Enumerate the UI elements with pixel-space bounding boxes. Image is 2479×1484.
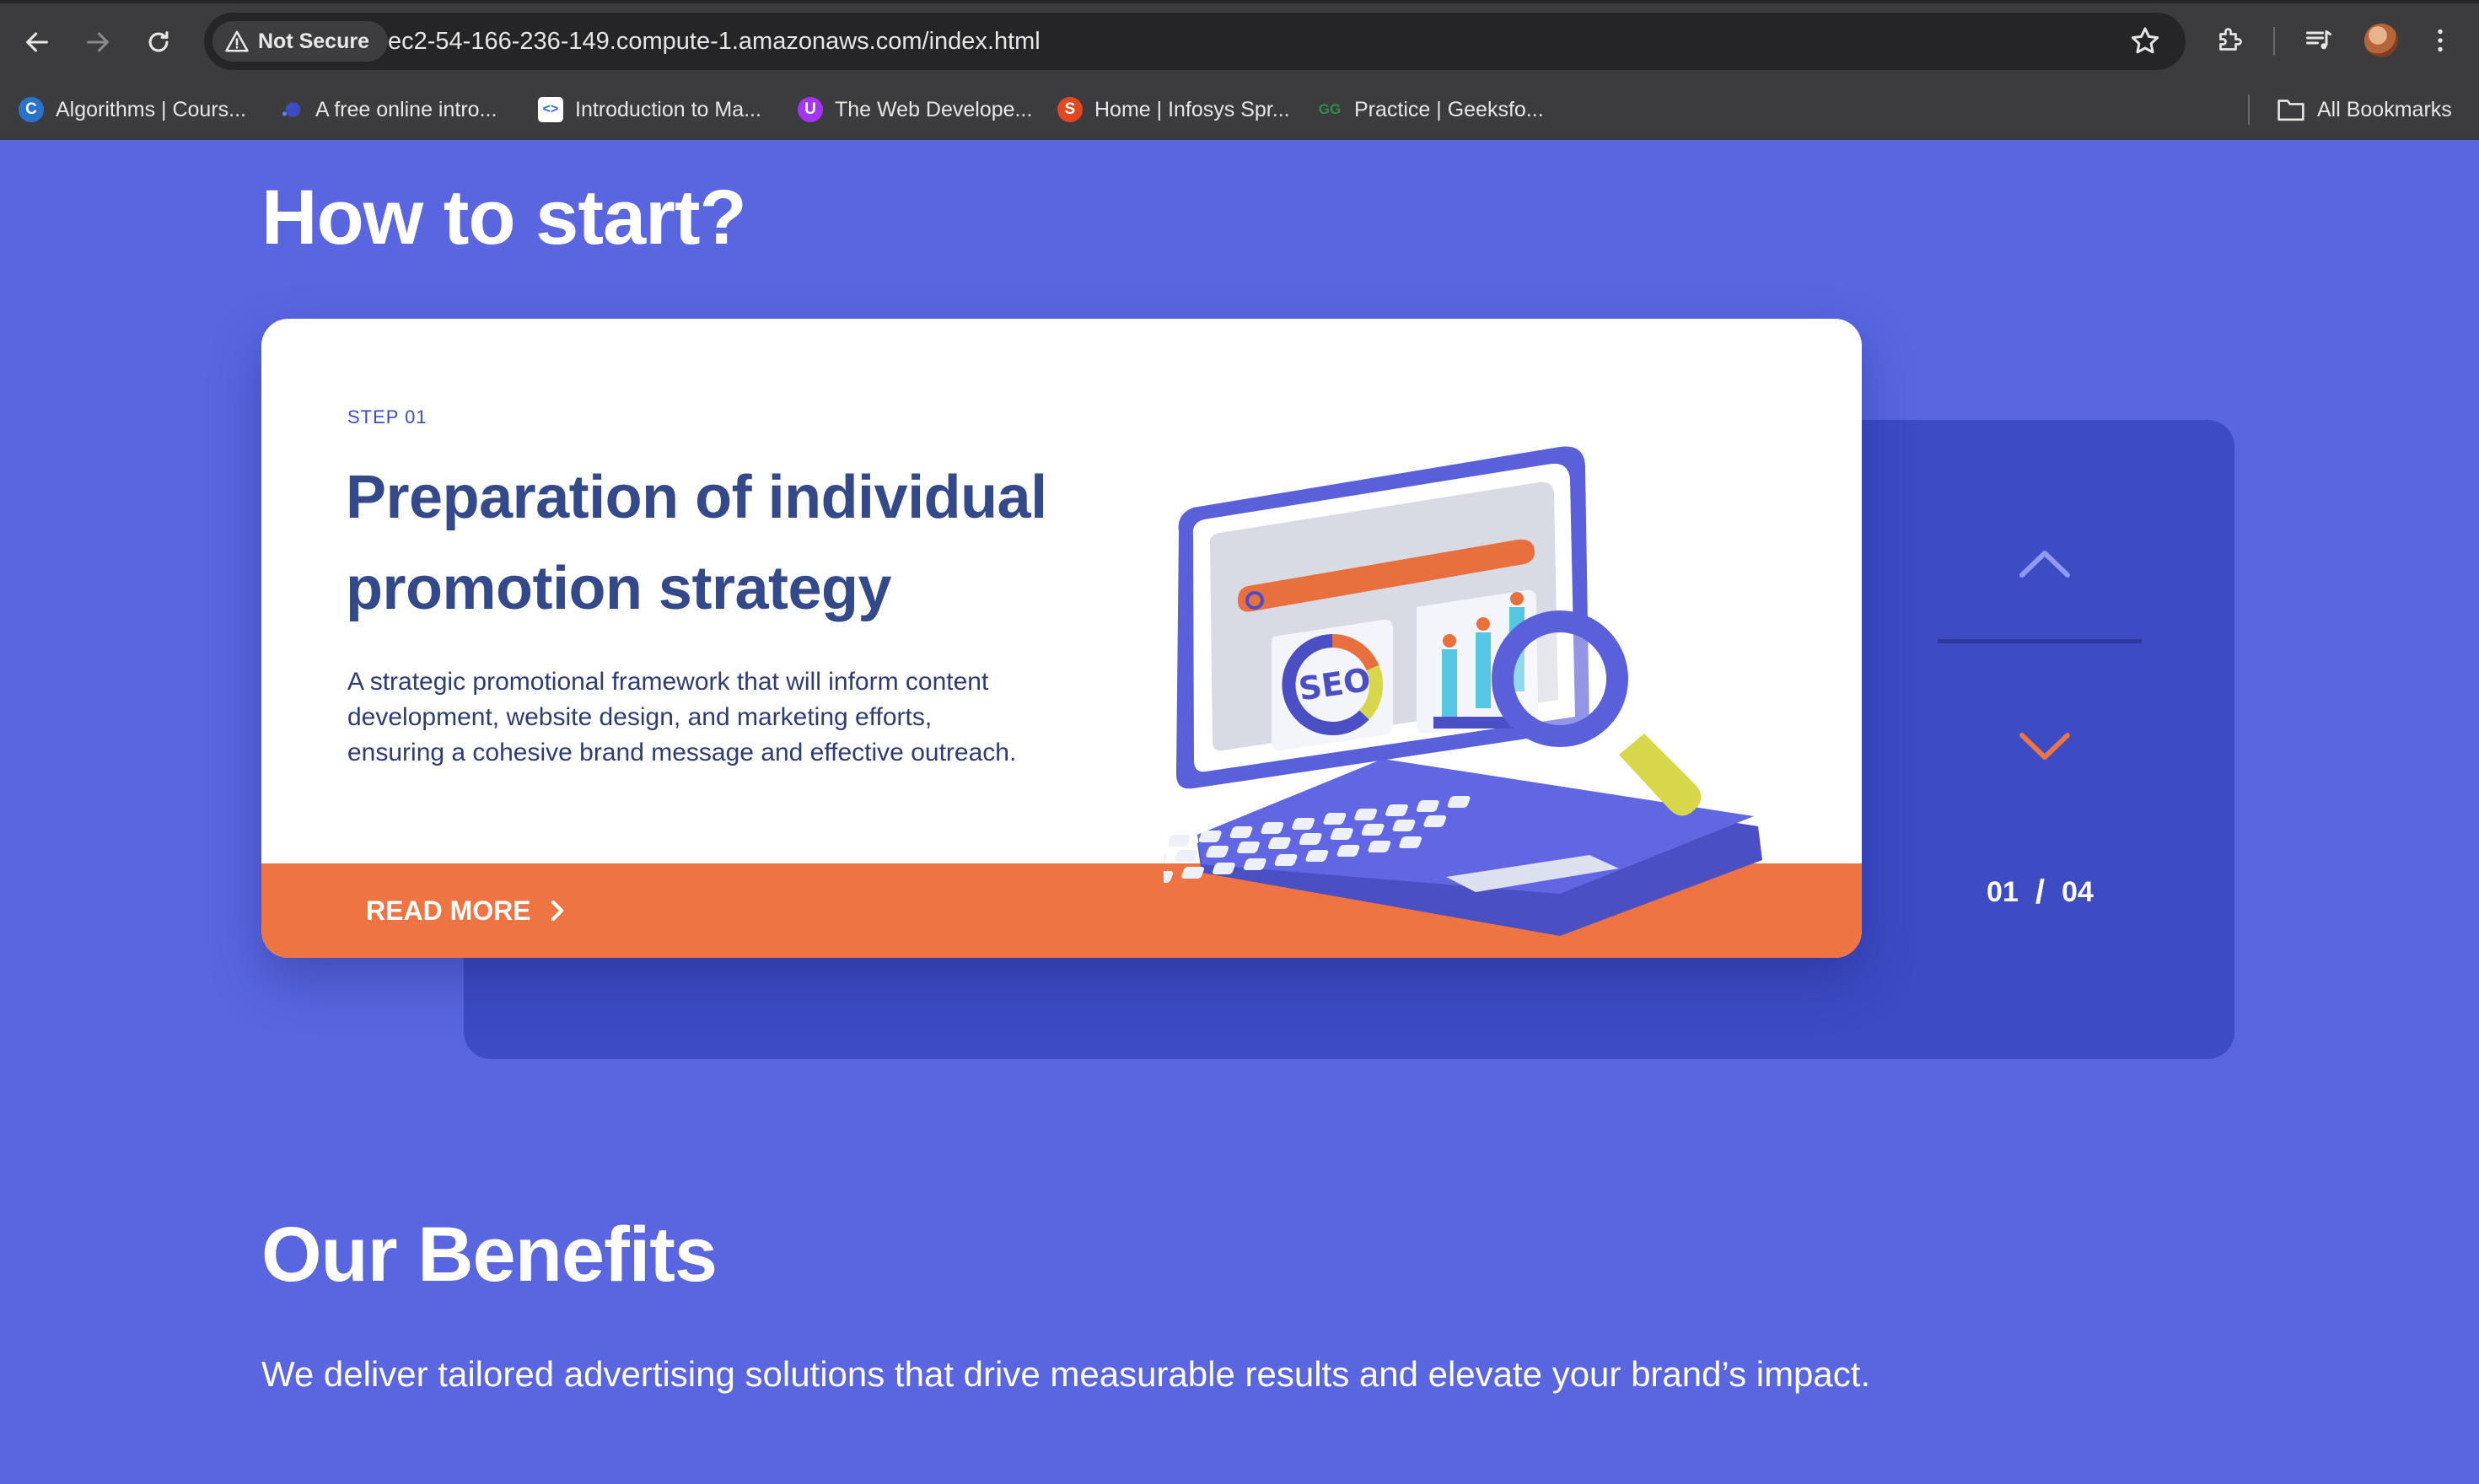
bookmark-label: Introduction to Ma...	[575, 97, 761, 121]
bookmarks-bar: C Algorithms | Cours... A free online in…	[0, 88, 2479, 132]
udemy-icon: U	[798, 97, 823, 122]
code-icon: <>	[538, 97, 563, 122]
bookmark-item[interactable]: U The Web Develope...	[798, 88, 1032, 132]
chevron-right-icon	[551, 901, 563, 921]
back-button[interactable]	[15, 20, 59, 64]
bookmark-label: Practice | Geeksfo...	[1354, 97, 1544, 121]
address-bar[interactable]: Not Secure ec2-54-166-236-149.compute-1.…	[204, 13, 2186, 70]
bookmark-label: Algorithms | Cours...	[56, 97, 247, 121]
next-step-button[interactable]	[2017, 730, 2073, 764]
puzzle-icon	[2219, 28, 2242, 51]
how-to-start-heading: How to start?	[261, 175, 747, 261]
bookmark-star-icon[interactable]	[2128, 24, 2162, 58]
warning-triangle-icon	[225, 30, 249, 52]
browser-toolbar: Not Secure ec2-54-166-236-149.compute-1.…	[0, 0, 2479, 140]
arrow-right-icon	[87, 32, 109, 52]
folder-icon	[2277, 99, 2304, 121]
bookmark-item[interactable]: C Algorithms | Cours...	[19, 88, 246, 132]
slider-divider	[1938, 639, 2142, 643]
slide-separator: /	[2035, 874, 2045, 911]
bookmark-label: The Web Develope...	[835, 97, 1033, 121]
benefits-heading: Our Benefits	[261, 1212, 718, 1298]
read-more-link[interactable]: READ MORE	[366, 863, 567, 958]
bookmark-item[interactable]: A free online intro...	[278, 88, 497, 132]
all-bookmarks-label: All Bookmarks	[2317, 97, 2452, 121]
slide-current: 01	[1987, 876, 2019, 908]
bookmark-label: Home | Infosys Spr...	[1094, 97, 1290, 121]
bookmarks-divider	[2248, 94, 2250, 125]
slide-counter: 01 / 04	[1987, 874, 2094, 911]
forward-button[interactable]	[76, 20, 120, 64]
benefits-description: We deliver tailored advertising solution…	[261, 1354, 1871, 1394]
dot-icon	[278, 97, 304, 122]
media-controls-button[interactable]	[2300, 22, 2337, 59]
url-text[interactable]: ec2-54-166-236-149.compute-1.amazonaws.c…	[388, 13, 1041, 70]
queue-music-icon	[2306, 30, 2331, 50]
seo-laptop-illustration: SEO	[1164, 446, 1762, 936]
bookmark-item[interactable]: GG Practice | Geeksfo...	[1317, 88, 1544, 132]
browser-menu-button[interactable]	[2422, 22, 2459, 59]
tab-strip-edge	[0, 0, 2479, 3]
all-bookmarks-button[interactable]: All Bookmarks	[2277, 88, 2452, 132]
step-description: A strategic promotional framework that w…	[347, 668, 1017, 766]
reload-icon	[148, 31, 169, 52]
site-security-chip[interactable]: Not Secure	[212, 21, 388, 62]
toolbar-divider	[2273, 27, 2275, 56]
extensions-button[interactable]	[2211, 22, 2248, 59]
geeksforgeeks-icon: GG	[1318, 101, 1342, 117]
arrow-left-icon	[26, 32, 48, 52]
coursera-icon: C	[19, 97, 44, 122]
step-label: STEP 01	[347, 406, 428, 427]
previous-step-button[interactable]	[2017, 546, 2073, 580]
profile-avatar[interactable]	[2364, 24, 2398, 57]
springboard-icon: S	[1057, 97, 1083, 122]
step-title: Preparation of individual promotion stra…	[346, 464, 1047, 622]
bookmark-item[interactable]: <> Introduction to Ma...	[538, 88, 761, 132]
read-more-label: READ MORE	[366, 895, 531, 926]
bookmark-label: A free online intro...	[315, 97, 497, 121]
reload-button[interactable]	[137, 20, 180, 64]
more-vertical-icon	[2438, 29, 2443, 52]
not-secure-label: Not Secure	[258, 29, 369, 53]
bookmark-item[interactable]: S Home | Infosys Spr...	[1057, 88, 1290, 132]
slide-total: 04	[2061, 876, 2094, 908]
